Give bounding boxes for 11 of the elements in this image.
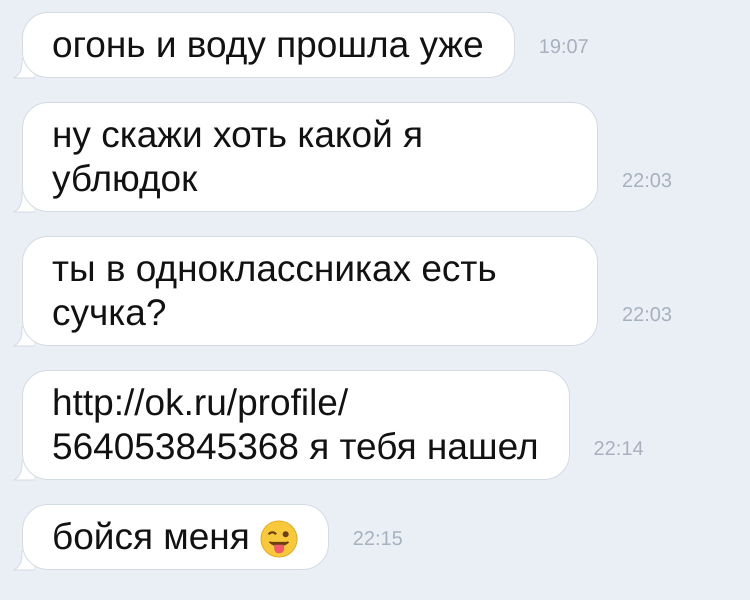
winking-tongue-emoji-icon [260,520,298,558]
message-time: 19:07 [538,35,589,60]
message-time: 22:03 [622,169,672,194]
message-text: огонь и воду прошла уже [52,23,484,67]
message-text: бойся меня [52,515,298,559]
message-time: 22:03 [622,303,672,328]
message-time: 22:15 [352,527,403,552]
message-text: http://ok.ru/profile/ 564053845368 я тебя нашел [52,381,539,469]
message-time: 22:14 [594,437,644,462]
message-text: ну скажи хоть какой я ублюдок [52,113,424,201]
message-text: ты в одноклассниках есть сучка? [52,247,498,335]
